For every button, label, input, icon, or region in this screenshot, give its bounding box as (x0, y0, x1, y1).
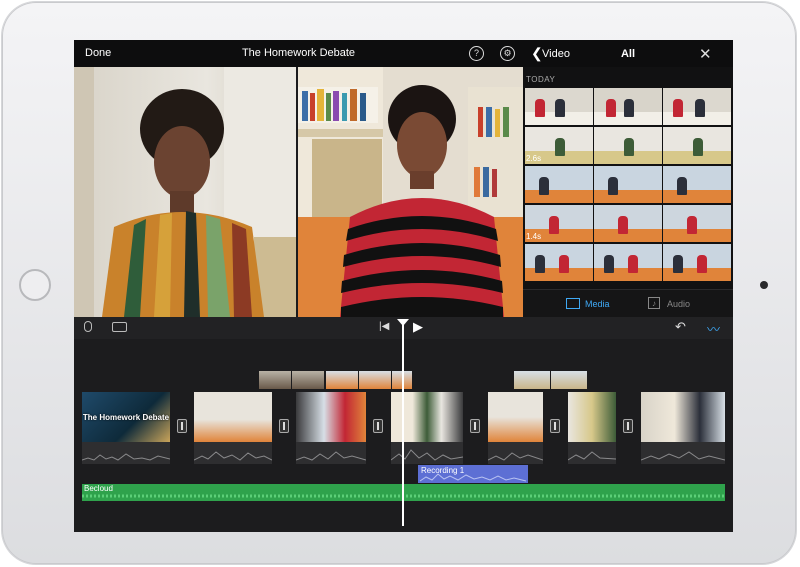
video-left-speaker (74, 67, 296, 317)
cutaway-clip-strip[interactable] (326, 371, 412, 389)
home-button[interactable] (19, 269, 51, 301)
transition-icon[interactable] (177, 419, 187, 433)
camera-icon[interactable] (112, 322, 127, 332)
timeline-clip[interactable] (641, 392, 725, 464)
gear-icon[interactable]: ⚙ (500, 46, 515, 61)
top-bar: Done The Homework Debate ? ⚙ (74, 40, 523, 67)
transition-icon[interactable] (279, 419, 289, 433)
cutaway-clip-strip[interactable] (259, 371, 324, 389)
transition-icon[interactable] (373, 419, 383, 433)
media-thumbnail-row[interactable] (525, 205, 731, 242)
transition-icon[interactable] (623, 419, 633, 433)
media-thumbnail[interactable] (663, 127, 731, 164)
media-thumbnail[interactable] (525, 166, 593, 203)
media-thumbnail[interactable] (525, 88, 593, 125)
tab-media[interactable]: Media (585, 299, 610, 309)
media-thumbnail[interactable] (663, 205, 731, 242)
close-icon[interactable]: ✕ (699, 45, 712, 63)
media-thumbnail[interactable] (525, 244, 593, 281)
media-browser-header: ❮ Video All ✕ (523, 40, 733, 67)
media-thumbnail-row[interactable] (525, 127, 731, 164)
timeline-clip[interactable] (488, 392, 543, 464)
playhead[interactable] (402, 323, 404, 526)
media-thumbnail[interactable] (594, 88, 662, 125)
transition-icon[interactable] (550, 419, 560, 433)
media-thumbnail-row[interactable] (525, 88, 731, 125)
video-viewer (74, 67, 523, 317)
imovie-screen: Done The Homework Debate ? ⚙ ❮ Video All… (74, 40, 733, 532)
play-icon[interactable]: ▶ (413, 319, 423, 335)
audio-waveform-icon[interactable]: 〰 (707, 319, 720, 338)
cutaway-clip-strip[interactable] (514, 371, 587, 389)
media-thumbnail[interactable] (594, 205, 662, 242)
help-icon[interactable]: ? (469, 46, 484, 61)
project-title: The Homework Debate (241, 47, 356, 59)
media-thumbnail-row[interactable] (525, 244, 731, 281)
media-thumbnail-row[interactable] (525, 166, 731, 203)
media-thumbnail[interactable] (594, 127, 662, 164)
skip-to-start-icon[interactable]: |◀ (379, 321, 389, 332)
timeline-clip-title[interactable]: The Homework Debate (82, 392, 170, 464)
undo-icon[interactable]: ↶ (675, 319, 686, 335)
film-strip-icon[interactable] (566, 298, 580, 309)
media-thumbnail[interactable] (594, 244, 662, 281)
media-thumbnail[interactable] (663, 166, 731, 203)
voiceover-recording-track[interactable]: Recording 1 (418, 465, 528, 483)
front-camera (760, 281, 768, 289)
section-label-today: TODAY (526, 75, 556, 84)
transition-icon[interactable] (470, 419, 480, 433)
media-thumbnail[interactable] (663, 88, 731, 125)
media-browser: ❮ Video All ✕ TODAY 2.6s 1.4s Media ♪ Au… (523, 40, 733, 318)
tab-audio[interactable]: Audio (667, 299, 690, 309)
timeline-clip[interactable] (194, 392, 272, 464)
media-browser-tabs: Media ♪ Audio (523, 289, 733, 318)
duration-badge: 2.6s (526, 154, 542, 163)
duration-badge: 1.4s (526, 232, 542, 241)
clip-title-text: The Homework Debate (82, 413, 170, 422)
timeline-clip[interactable] (296, 392, 366, 464)
timeline-clip[interactable] (568, 392, 616, 464)
microphone-icon[interactable] (84, 321, 92, 332)
ipad-frame: Done The Homework Debate ? ⚙ ❮ Video All… (2, 2, 796, 564)
media-thumbnail[interactable] (594, 166, 662, 203)
music-note-icon[interactable]: ♪ (648, 297, 660, 309)
media-thumbnail[interactable] (663, 244, 731, 281)
video-right-speaker (298, 67, 523, 317)
